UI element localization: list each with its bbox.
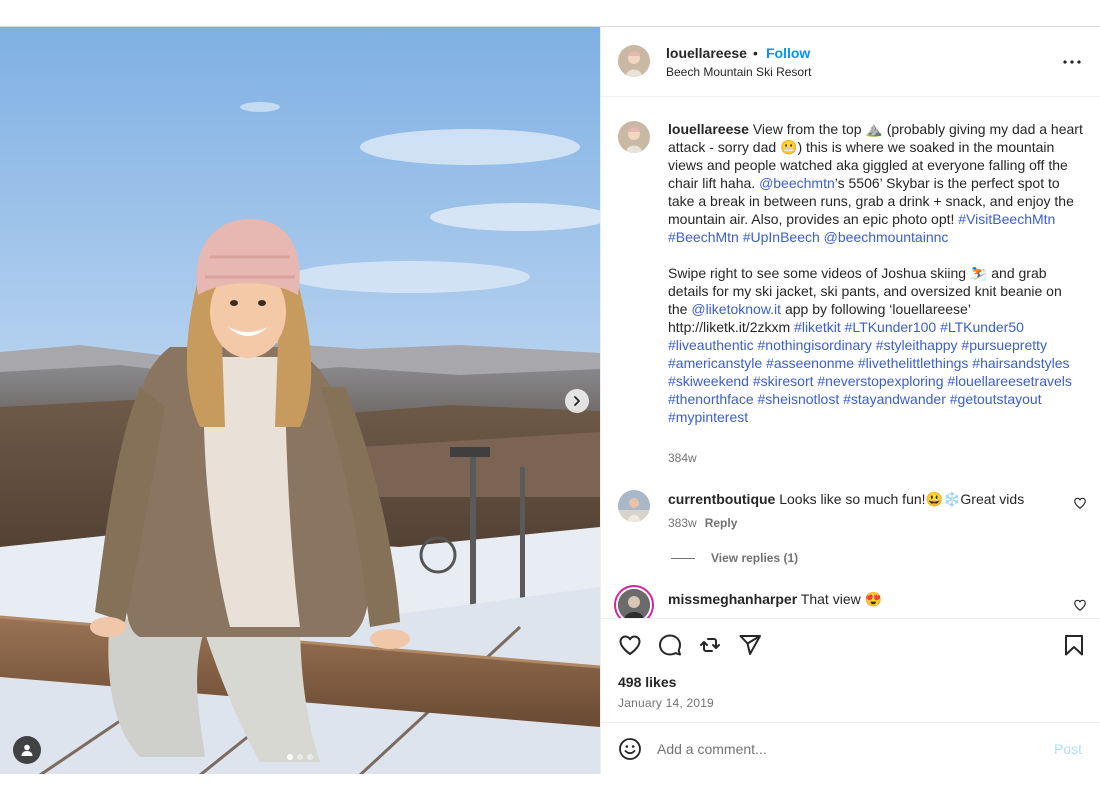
comment-text: currentboutique Looks like so much fun!😃… <box>668 490 1068 508</box>
bookmark-icon[interactable] <box>1062 633 1086 657</box>
carousel-indicator <box>287 754 313 760</box>
comments-section[interactable]: louellareese View from the top ⛰️ (proba… <box>601 98 1100 618</box>
share-icon[interactable] <box>738 633 762 657</box>
caption-avatar-image <box>618 121 650 153</box>
tagged-users-button[interactable] <box>13 736 41 764</box>
post-location[interactable]: Beech Mountain Ski Resort <box>666 65 811 79</box>
caption-paragraph-gap <box>668 246 1084 264</box>
author-username[interactable]: louellareese <box>666 45 747 61</box>
heart-icon[interactable] <box>618 633 642 657</box>
comment-meta: 383w Reply <box>668 516 737 530</box>
comment-timestamp[interactable]: 383w <box>668 516 697 530</box>
post-side-panel: louellareese • Follow Beech Mountain Ski… <box>600 27 1100 775</box>
comment-heart-icon[interactable] <box>1073 598 1087 612</box>
mention-link[interactable]: @liketoknow.it <box>691 301 781 317</box>
caption-author-avatar[interactable] <box>618 121 650 153</box>
user-tag-icon <box>21 744 33 756</box>
emoji-icon[interactable] <box>618 737 642 761</box>
comment-username[interactable]: currentboutique <box>668 491 775 507</box>
comment-body: Looks like so much fun!😃❄️Great vids <box>775 491 1025 507</box>
mention-link[interactable]: @beechmtn <box>759 175 835 191</box>
chevron-right-icon <box>574 396 580 406</box>
comment-username[interactable]: missmeghanharper <box>668 591 797 607</box>
comment-heart-icon[interactable] <box>1073 496 1087 510</box>
carousel-dot <box>297 754 303 760</box>
post-date: January 14, 2019 <box>618 696 714 710</box>
commenter-avatar-story[interactable] <box>614 585 654 618</box>
post-dialog: louellareese • Follow Beech Mountain Ski… <box>0 26 1100 775</box>
carousel-next-button[interactable] <box>565 389 589 413</box>
comment-body: That view 😍 <box>797 591 883 607</box>
header-separator: • <box>753 45 758 61</box>
add-comment-bar: Post <box>601 722 1100 775</box>
post-header: louellareese • Follow Beech Mountain Ski… <box>601 27 1100 97</box>
carousel-dot <box>287 754 293 760</box>
carousel-dot <box>307 754 313 760</box>
view-replies-line <box>671 557 695 559</box>
comment-input[interactable] <box>657 737 1037 761</box>
author-avatar[interactable] <box>618 45 650 77</box>
post-comment-button[interactable]: Post <box>1054 741 1082 757</box>
likes-count[interactable]: 498 likes <box>618 674 676 690</box>
post-photo[interactable] <box>0 27 600 775</box>
caption-paragraph: louellareese View from the top ⛰️ (proba… <box>668 120 1084 246</box>
repost-icon[interactable] <box>698 633 722 657</box>
commenter-avatar[interactable] <box>618 490 650 522</box>
follow-button[interactable]: Follow <box>766 45 810 61</box>
commenter-avatar-image <box>618 490 650 522</box>
view-replies-label: View replies (1) <box>711 551 799 565</box>
comment-text: missmeghanharper That view 😍 <box>668 590 1068 608</box>
page-top-margin <box>0 0 1100 26</box>
caption-timestamp[interactable]: 384w <box>668 451 697 465</box>
caption-username[interactable]: louellareese <box>668 121 749 137</box>
post-caption: louellareese View from the top ⛰️ (proba… <box>668 120 1084 426</box>
commenter-avatar-photo <box>618 589 650 618</box>
author-avatar-image <box>618 45 650 77</box>
page-bottom-margin <box>0 774 1100 800</box>
view-replies-button[interactable]: View replies (1) <box>671 551 798 565</box>
reply-button[interactable]: Reply <box>705 516 738 530</box>
post-actions: 498 likes January 14, 2019 <box>601 618 1100 722</box>
more-options-button[interactable] <box>1060 52 1084 72</box>
caption-paragraph: Swipe right to see some videos of Joshua… <box>668 264 1084 426</box>
commenter-avatar-image <box>618 589 650 618</box>
comment-icon[interactable] <box>658 633 682 657</box>
photo-scene <box>0 27 600 775</box>
more-horizontal-icon <box>1063 60 1081 64</box>
